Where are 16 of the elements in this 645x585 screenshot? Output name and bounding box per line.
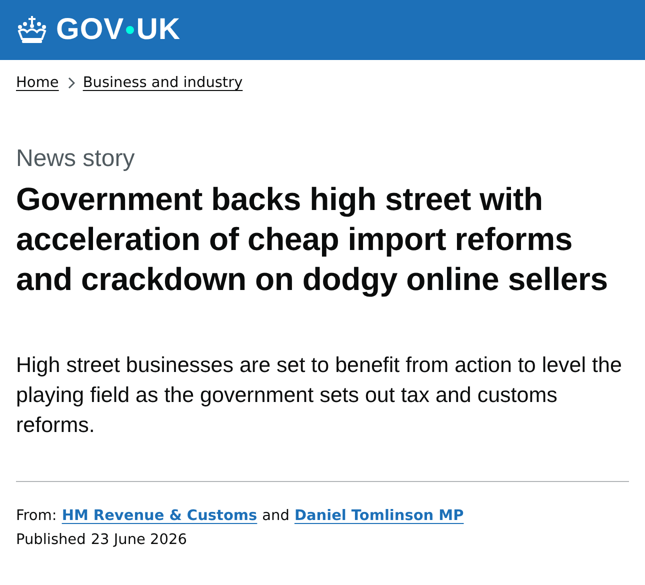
joiner-text: and [262, 508, 290, 524]
published-date: 23 June 2026 [90, 532, 187, 548]
article-lead: High street businesses are set to benefit from action to level the playing field as the government sets out tax and customs reforms. [16, 352, 623, 439]
chevron-icon [66, 77, 75, 89]
organisation-link[interactable]: HM Revenue & Customs [62, 508, 258, 524]
person-link[interactable]: Daniel Tomlinson MP [294, 508, 464, 524]
crown-icon [16, 15, 48, 45]
breadcrumb-link[interactable]: Home [16, 75, 59, 91]
from-label: From: [16, 508, 57, 524]
dot-icon [126, 26, 134, 34]
logo-text[interactable]: UK [136, 13, 181, 47]
breadcrumb-link[interactable]: Business and industry [82, 75, 243, 91]
article-type: News story [16, 145, 136, 173]
published-label: Published [16, 532, 86, 548]
article-title: Government backs high street with acceleration of cheap import reforms and crackdown on dodgy online sellers [16, 180, 609, 299]
logo-text[interactable]: GOV [56, 13, 124, 47]
